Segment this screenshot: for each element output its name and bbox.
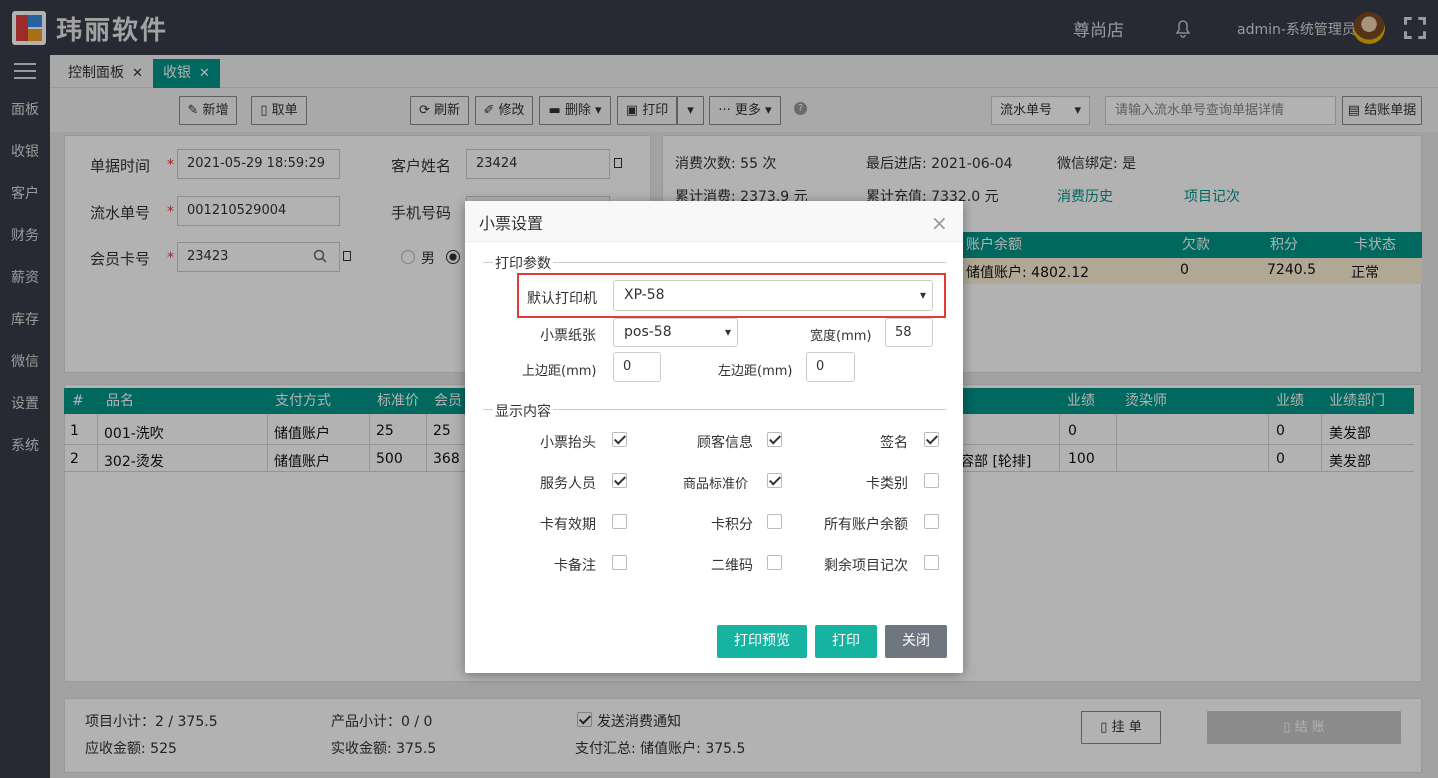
signature-checkbox[interactable]	[924, 432, 939, 447]
option-label: 商品标准价	[683, 477, 749, 492]
width-label: 宽度(mm)	[810, 329, 872, 344]
print-preview-button[interactable]: 打印预览	[717, 625, 807, 658]
option-label: 卡备注	[554, 558, 596, 574]
remaining-count-checkbox[interactable]	[924, 555, 939, 570]
top-margin-label: 上边距(mm)	[522, 364, 597, 379]
qrcode-checkbox[interactable]	[767, 555, 782, 570]
receipt-settings-dialog: 小票设置 × 打印参数 默认打印机 XP-58 ▾ 小票纸张 pos-58 ▾ 宽度…	[465, 201, 963, 673]
print-confirm-button[interactable]: 打印	[815, 625, 877, 658]
paper-value: pos-58	[624, 324, 672, 340]
option-label: 顾客信息	[697, 435, 753, 451]
highlight-box	[517, 273, 946, 318]
option-label: 剩余项目记次	[824, 558, 908, 574]
all-balances-checkbox[interactable]	[924, 514, 939, 529]
dialog-title: 小票设置	[465, 201, 963, 242]
top-margin-field[interactable]: 0	[613, 352, 661, 382]
left-margin-label: 左边距(mm)	[718, 364, 793, 379]
option-label: 卡类别	[866, 476, 908, 492]
card-expiry-checkbox[interactable]	[612, 514, 627, 529]
card-points-checkbox[interactable]	[767, 514, 782, 529]
staff-checkbox[interactable]	[612, 473, 627, 488]
option-label: 卡有效期	[540, 517, 596, 533]
option-label: 签名	[880, 435, 908, 451]
option-label: 服务人员	[540, 476, 596, 492]
paper-label: 小票纸张	[540, 328, 596, 344]
left-margin-field[interactable]: 0	[806, 352, 855, 382]
section-display-title: 显示内容	[493, 401, 553, 421]
close-button[interactable]: 关闭	[885, 625, 947, 658]
card-note-checkbox[interactable]	[612, 555, 627, 570]
close-icon[interactable]: ×	[931, 213, 948, 233]
chevron-down-icon: ▾	[724, 325, 731, 339]
option-label: 小票抬头	[540, 435, 596, 451]
card-type-checkbox[interactable]	[924, 473, 939, 488]
option-label: 所有账户余额	[824, 517, 908, 533]
customer-info-checkbox[interactable]	[767, 432, 782, 447]
section-params-title: 打印参数	[493, 253, 553, 273]
paper-select[interactable]: pos-58 ▾	[613, 318, 738, 347]
standard-price-checkbox[interactable]	[767, 473, 782, 488]
option-label: 二维码	[711, 558, 753, 574]
header-checkbox[interactable]	[612, 432, 627, 447]
option-label: 卡积分	[711, 517, 753, 533]
width-field[interactable]: 58	[885, 318, 933, 347]
